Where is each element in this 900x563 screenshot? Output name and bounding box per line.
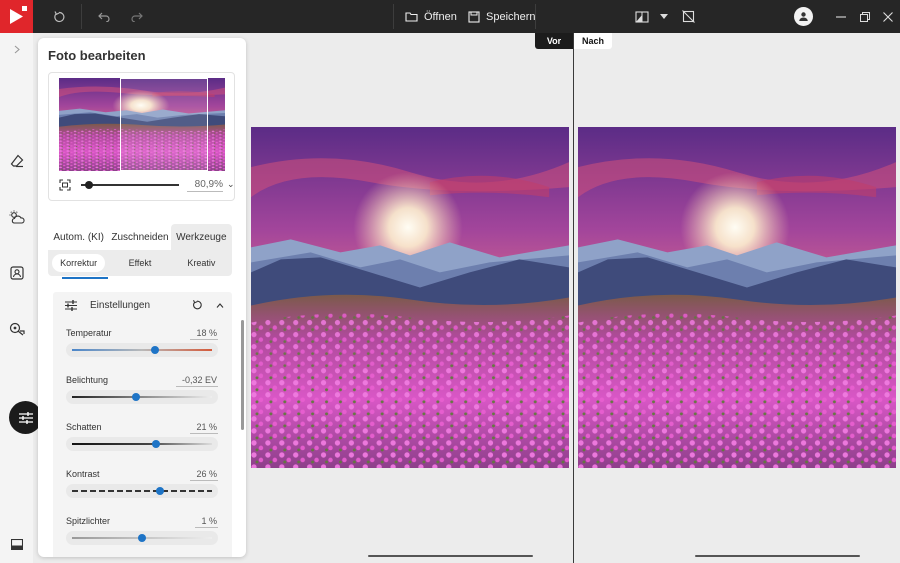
sliders-icon	[18, 411, 33, 424]
panel-subtabs: Korrektur Effekt Kreativ	[48, 250, 232, 276]
compare-divider[interactable]	[573, 33, 574, 563]
panel-scrollbar[interactable]	[241, 320, 244, 430]
compare-view-icon[interactable]	[633, 8, 650, 25]
tab-auto-ai[interactable]: Autom. (KI)	[48, 224, 109, 250]
caret-down-icon[interactable]	[655, 8, 672, 25]
navigator-viewport-frame[interactable]	[120, 78, 208, 171]
zoom-slider-knob[interactable]	[85, 181, 93, 189]
eraser-icon[interactable]	[8, 152, 25, 169]
before-photo[interactable]	[251, 127, 569, 468]
zoom-value[interactable]: 80,9%	[187, 179, 223, 192]
after-photo[interactable]	[578, 127, 896, 468]
after-label: Nach	[574, 33, 612, 49]
open-button[interactable]: Öffnen	[405, 8, 457, 25]
adjustment-value[interactable]: 26 %	[190, 469, 218, 481]
subtab-creative[interactable]: Kreativ	[175, 254, 228, 272]
account-avatar[interactable]	[794, 7, 813, 26]
subtab-active-indicator	[62, 277, 108, 279]
exposure-slider-track[interactable]	[72, 396, 212, 398]
adjustment-name: Kontrast	[66, 469, 100, 479]
collapse-chevron-icon[interactable]	[213, 298, 227, 312]
crop-off-icon[interactable]	[680, 8, 697, 25]
adjustment-value[interactable]: 18 %	[190, 328, 218, 340]
save-icon	[468, 10, 480, 23]
reset-settings-icon[interactable]	[190, 298, 204, 312]
sky-weather-icon[interactable]	[8, 208, 25, 225]
tool-rail	[0, 33, 42, 563]
highlights-slider-knob[interactable]	[138, 534, 146, 542]
save-label: Speichern	[486, 10, 536, 23]
user-icon	[799, 12, 808, 21]
adjustment-name: Temperatur	[66, 328, 112, 338]
before-label: Vor	[535, 33, 573, 49]
close-icon[interactable]	[879, 8, 896, 25]
temperature-slider-track[interactable]	[72, 349, 212, 351]
zoom-control: 80,9% ⌄	[59, 177, 235, 193]
settings-section: Einstellungen Temperatur 18 % Belichtung…	[53, 292, 232, 557]
adjustment-name: Spitzlichter	[66, 516, 111, 526]
adjustment-value[interactable]: 1 %	[195, 516, 218, 528]
redo-icon[interactable]	[128, 8, 145, 25]
panel-title: Foto bearbeiten	[48, 48, 146, 63]
settings-label: Einstellungen	[90, 300, 151, 311]
adjustment-exposure: Belichtung -0,32 EV	[66, 375, 218, 415]
temperature-slider-knob[interactable]	[150, 346, 159, 354]
reset-icon[interactable]	[50, 8, 67, 25]
shadows-slider-knob[interactable]	[152, 440, 160, 448]
tab-crop[interactable]: Zuschneiden	[109, 224, 170, 250]
app-logo	[0, 0, 33, 33]
zoom-dropdown-icon[interactable]: ⌄	[227, 179, 235, 190]
adjustment-contrast: Kontrast 26 %	[66, 469, 218, 509]
tab-tools[interactable]: Werkzeuge	[170, 224, 232, 250]
folder-icon	[405, 12, 418, 22]
face-retouch-icon[interactable]	[8, 320, 25, 337]
portrait-icon[interactable]	[8, 264, 25, 281]
filmstrip-icon[interactable]	[8, 536, 25, 553]
shadows-slider-track[interactable]	[72, 443, 212, 445]
adjustment-temperature: Temperatur 18 %	[66, 328, 218, 368]
adjustment-value[interactable]: -0,32 EV	[175, 375, 218, 387]
save-button[interactable]: Speichern	[468, 8, 536, 25]
top-toolbar: Öffnen Speichern	[0, 0, 900, 33]
adjustment-value[interactable]: 21 %	[190, 422, 218, 434]
expand-chevron-icon[interactable]	[8, 41, 25, 58]
adjustment-name: Schatten	[66, 422, 102, 432]
after-scrollbar[interactable]	[695, 555, 860, 557]
zoom-slider-track[interactable]	[81, 184, 179, 186]
open-label: Öffnen	[424, 10, 457, 23]
navigator-card: 80,9% ⌄	[48, 72, 235, 201]
subtab-effect[interactable]: Effekt	[113, 254, 166, 272]
panel-tabs: Autom. (KI) Zuschneiden Werkzeuge	[48, 224, 232, 250]
edit-panel: Foto bearbeiten 80,9% ⌄ Autom. (KI) Zusc…	[38, 38, 246, 557]
settings-sliders-icon	[64, 298, 78, 312]
restore-icon[interactable]	[856, 8, 873, 25]
adjustment-shadows: Schatten 21 %	[66, 422, 218, 462]
subtab-correction[interactable]: Korrektur	[52, 254, 106, 272]
adjustment-highlights: Spitzlichter 1 %	[66, 516, 218, 556]
before-scrollbar[interactable]	[368, 555, 533, 557]
contrast-slider-track[interactable]	[72, 490, 212, 492]
undo-icon[interactable]	[95, 8, 112, 25]
adjustment-name: Belichtung	[66, 375, 109, 385]
minimize-icon[interactable]	[832, 8, 849, 25]
fit-screen-icon[interactable]	[59, 179, 71, 191]
settings-header[interactable]: Einstellungen	[53, 292, 232, 318]
